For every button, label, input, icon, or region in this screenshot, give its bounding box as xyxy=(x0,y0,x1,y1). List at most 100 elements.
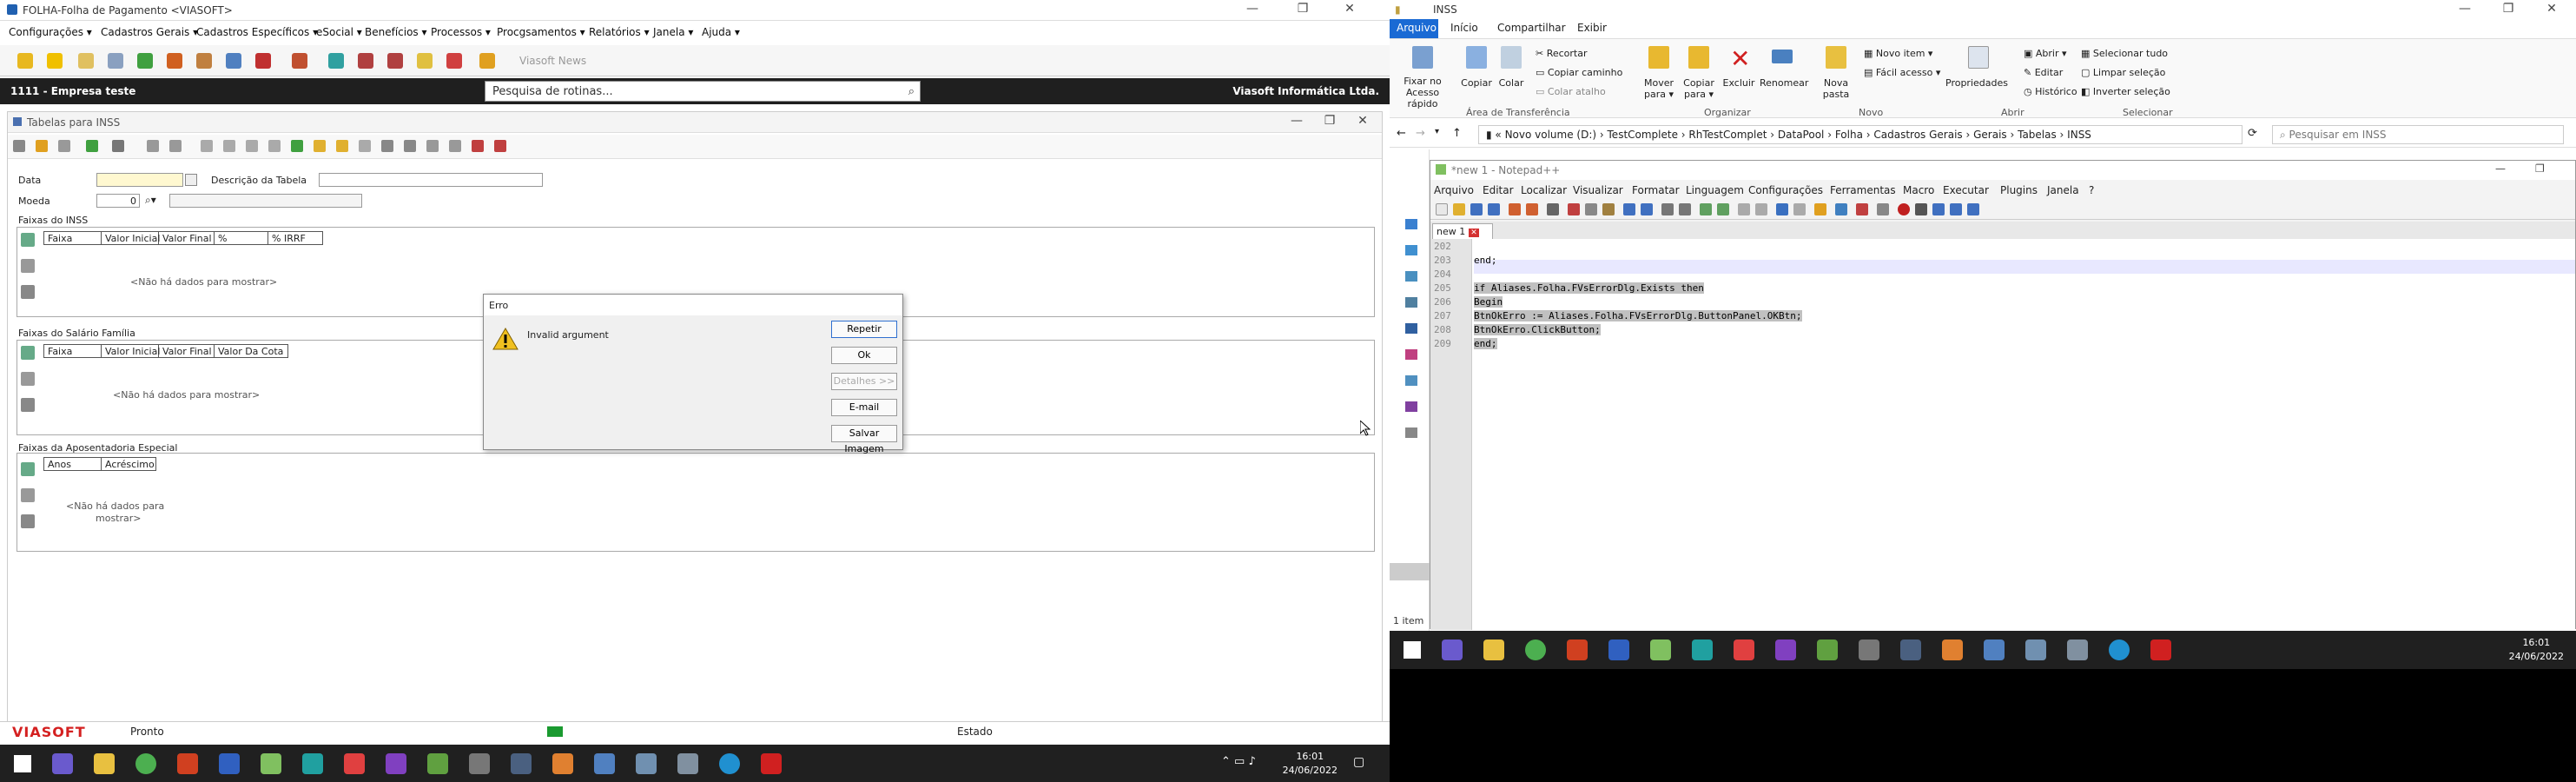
nova-pasta-button[interactable]: Nova pasta xyxy=(1819,77,1853,100)
restore-icon[interactable]: ❐ xyxy=(1284,2,1322,16)
crumb-tabelas[interactable]: Tabelas xyxy=(2018,129,2057,141)
menu-localizar[interactable]: Localizar xyxy=(1521,184,1567,196)
app2-icon[interactable] xyxy=(344,753,365,774)
file-explorer-icon[interactable] xyxy=(1483,640,1504,660)
viasoft2-icon[interactable] xyxy=(2150,640,2171,660)
explorer-search-input[interactable]: ⌕ Pesquisar em INSS xyxy=(2272,125,2564,144)
minimize-icon[interactable]: — xyxy=(2495,162,2506,175)
search-icon[interactable]: ⌕ xyxy=(908,85,915,98)
people-icon[interactable] xyxy=(292,53,307,69)
npp-icon[interactable] xyxy=(261,753,281,774)
gear-icon[interactable] xyxy=(358,53,373,69)
record-macro-icon[interactable] xyxy=(1898,203,1910,215)
app4-icon[interactable] xyxy=(1817,640,1838,660)
viasoft-news-label[interactable]: Viasoft News xyxy=(519,55,586,67)
col-faixa[interactable]: Faixa xyxy=(44,232,102,244)
routine-search-input[interactable]: Pesquisa de rotinas... ⌕ xyxy=(485,81,921,102)
undo-row-icon[interactable] xyxy=(21,372,35,386)
play-macro-icon[interactable] xyxy=(1932,203,1945,215)
desktop-icon[interactable] xyxy=(1405,271,1417,282)
notification-icon[interactable]: ▢ xyxy=(1353,755,1364,769)
undo-icon[interactable] xyxy=(169,140,182,152)
novo-item-button[interactable]: ▦ Novo item ▾ xyxy=(1864,48,1932,59)
chrome-icon[interactable] xyxy=(135,753,156,774)
menu-macro[interactable]: Macro xyxy=(1903,184,1934,196)
home-icon[interactable] xyxy=(137,53,153,69)
fixar-button[interactable]: Fixar no Acesso rápido xyxy=(1395,76,1450,109)
app4-icon[interactable] xyxy=(427,753,448,774)
app5-icon[interactable] xyxy=(469,753,490,774)
abrir-button[interactable]: ▣ Abrir ▾ xyxy=(2024,48,2067,59)
col-irrf[interactable]: % IRRF xyxy=(268,232,322,244)
app7-icon[interactable] xyxy=(1984,640,2005,660)
check-icon[interactable] xyxy=(494,140,506,152)
lock-icon[interactable] xyxy=(479,53,495,69)
moeda-input[interactable]: 0 xyxy=(96,194,140,208)
refresh-icon[interactable] xyxy=(291,140,303,152)
ok-button[interactable]: Ok xyxy=(831,347,897,364)
close-file-icon[interactable] xyxy=(1509,203,1521,215)
new-folder-icon[interactable] xyxy=(1826,46,1846,69)
add-row-icon[interactable] xyxy=(21,233,35,247)
tray-icons[interactable]: ⌃ ▭ ♪ xyxy=(1221,755,1256,768)
clock[interactable]: 16:01 24/06/2022 xyxy=(1283,750,1338,778)
search-icon[interactable]: ⌕▾ xyxy=(145,194,156,207)
tab-inicio[interactable]: Início xyxy=(1450,22,1478,34)
delete-row-icon[interactable] xyxy=(21,398,35,412)
add-row-icon[interactable] xyxy=(21,346,35,360)
back-icon[interactable]: ← xyxy=(1397,127,1406,140)
star-icon[interactable] xyxy=(47,53,63,69)
calendar-icon[interactable] xyxy=(185,174,197,186)
col-acrescimo[interactable]: Acréscimo xyxy=(102,458,155,470)
cut-icon[interactable] xyxy=(1568,203,1580,215)
zoom-out-icon[interactable] xyxy=(1717,203,1729,215)
tools-icon[interactable] xyxy=(446,53,462,69)
clock[interactable]: 16:01 24/06/2022 xyxy=(2509,636,2564,664)
undo-row-icon[interactable] xyxy=(21,488,35,502)
filter-icon[interactable] xyxy=(314,140,326,152)
menu-formatar[interactable]: Formatar xyxy=(1632,184,1680,196)
find-icon[interactable] xyxy=(1661,203,1674,215)
save-macro-icon[interactable] xyxy=(1967,203,1979,215)
tool-icon[interactable] xyxy=(219,753,240,774)
tool-icon[interactable] xyxy=(255,53,271,69)
colar-button[interactable]: Colar xyxy=(1496,77,1527,89)
col-anos[interactable]: Anos xyxy=(44,458,102,470)
delete-row-icon[interactable] xyxy=(21,514,35,528)
selecionar-tudo-button[interactable]: ▦ Selecionar tudo xyxy=(2081,48,2168,59)
minimize-icon[interactable]: — xyxy=(1233,2,1271,16)
close-icon[interactable]: ✕ xyxy=(2533,2,2571,16)
minus-icon[interactable] xyxy=(13,140,25,152)
viasoft-icon[interactable] xyxy=(177,753,198,774)
save-all-icon[interactable] xyxy=(1488,203,1500,215)
properties-icon[interactable] xyxy=(1968,46,1989,69)
historico-button[interactable]: ◷ Histórico xyxy=(2024,86,2077,97)
col-valor-inicial[interactable]: Valor Inicial xyxy=(102,232,160,244)
viasoft2-icon[interactable] xyxy=(761,753,782,774)
forward-icon[interactable]: → xyxy=(1416,127,1425,140)
renomear-button[interactable]: Renomear xyxy=(1760,77,1808,89)
tab-new-1[interactable]: new 1 ✕ xyxy=(1432,223,1493,239)
menu-beneficios[interactable]: Benefícios ▾ xyxy=(365,26,427,38)
email-button[interactable]: E-mail xyxy=(831,399,897,416)
up-icon[interactable]: ↑ xyxy=(1452,127,1462,140)
folder-icon[interactable] xyxy=(78,53,94,69)
menu-procgsamentos[interactable]: Procgsamentos ▾ xyxy=(497,26,585,38)
start-icon[interactable] xyxy=(14,755,31,772)
crumb-gerais[interactable]: Gerais xyxy=(1973,129,2007,141)
testcomplete-icon[interactable] xyxy=(1692,640,1713,660)
col-valor-cota[interactable]: Valor Da Cota xyxy=(215,345,287,357)
drive-icon[interactable] xyxy=(1405,427,1417,438)
next-record-icon[interactable] xyxy=(246,140,258,152)
report-icon[interactable] xyxy=(196,53,212,69)
facil-acesso-button[interactable]: ▤ Fácil acesso ▾ xyxy=(1864,67,1940,78)
onedrive-icon[interactable] xyxy=(1405,219,1417,229)
paste-icon[interactable] xyxy=(449,140,461,152)
print-icon[interactable] xyxy=(1547,203,1559,215)
inverter-selecao-button[interactable]: ◧ Inverter seleção xyxy=(2081,86,2170,97)
app-icon[interactable] xyxy=(52,753,73,774)
rename-icon[interactable] xyxy=(1772,50,1793,63)
crumb-volume[interactable]: Novo volume (D:) xyxy=(1505,129,1597,141)
menu-janela[interactable]: Janela ▾ xyxy=(653,26,693,38)
menu-janela[interactable]: Janela xyxy=(2047,184,2079,196)
